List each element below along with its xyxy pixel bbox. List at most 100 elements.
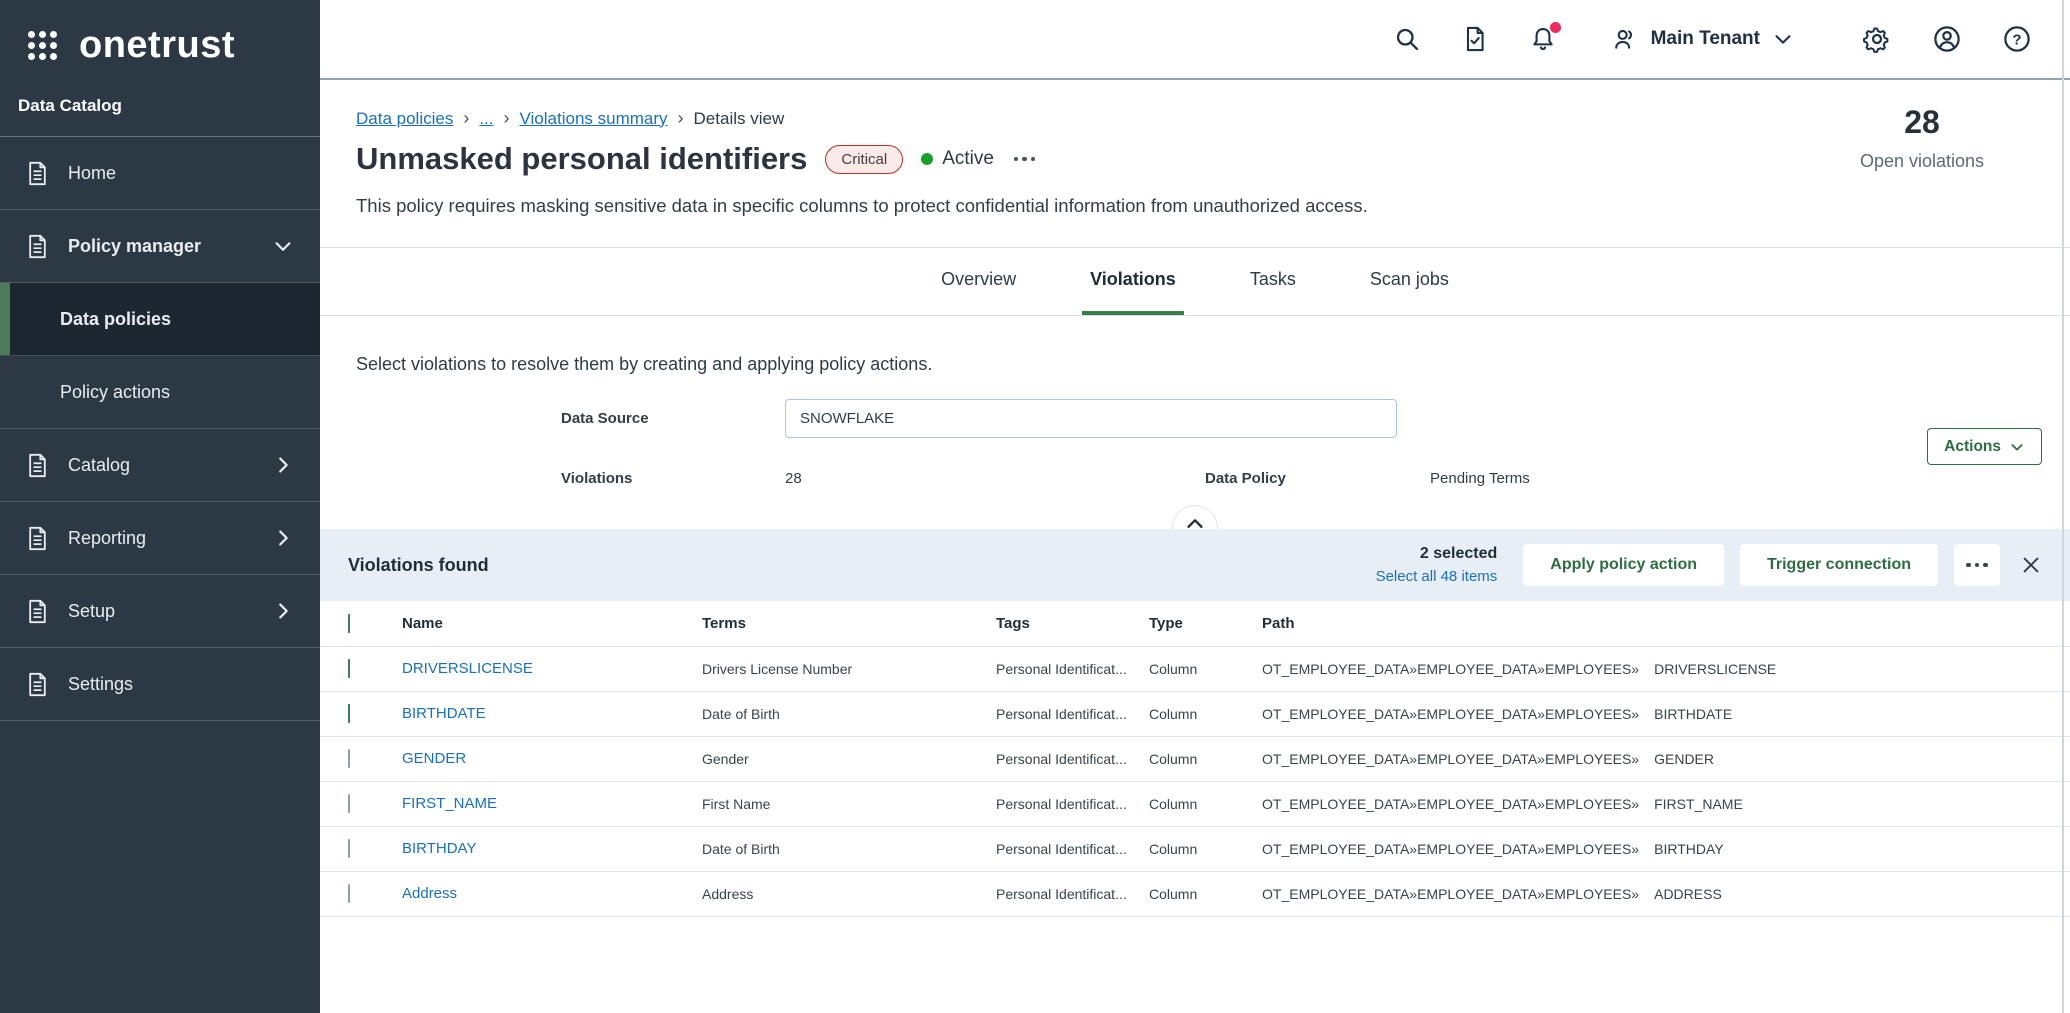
sidebar-item-label: Home [68,163,116,184]
table-row: GENDERGenderPersonal Identificat...Colum… [320,737,2070,782]
table-row: FIRST_NAME First NamePersonal Identificat… [320,782,2070,827]
type-cell: Column [1149,796,1262,812]
violation-name-link[interactable]: BIRTHDAY [402,840,476,857]
tab-violations[interactable]: Violations [1082,248,1184,315]
tags-cell: Personal Identificat... [996,751,1149,767]
tags-cell: Personal Identificat... [996,661,1149,677]
scrollbar-track[interactable] [2062,0,2064,1013]
violations-table: Name Terms Tags Type Path DRIVERSLICENSE… [320,601,2070,917]
sidebar-item-reporting[interactable]: Reporting [0,502,320,575]
sidebar-item-label: Policy actions [60,382,170,403]
row-checkbox[interactable] [348,749,350,768]
actions-button[interactable]: Actions [1927,428,2042,465]
document-icon [24,233,51,260]
onetrust-logo: onetrust [0,0,320,80]
path-cell: OT_EMPLOYEE_DATA»EMPLOYEE_DATA»EMPLOYEES… [1262,886,2070,902]
apply-policy-action-button[interactable]: Apply policy action [1523,544,1724,586]
breadcrumb-item[interactable]: ... [479,109,493,129]
tags-cell: Personal Identificat... [996,841,1149,857]
select-all-link[interactable]: Select all 48 items [1376,568,1498,585]
table-row: BIRTHDATEDate of BirthPersonal Identific… [320,692,2070,737]
document-check-icon[interactable] [1461,25,1489,53]
active-dot-icon [921,153,933,165]
breadcrumb-item[interactable]: Violations summary [520,109,668,129]
close-icon[interactable] [2016,550,2046,580]
violation-name-link[interactable]: DRIVERSLICENSE [402,660,533,677]
violation-name-link[interactable]: Address [402,885,457,902]
violation-name-link[interactable]: FIRST_NAME [402,795,497,812]
violations-found-bar: Violations found 2 selected Select all 4… [320,529,2070,601]
path-prefix: OT_EMPLOYEE_DATA»EMPLOYEE_DATA»EMPLOYEES… [1262,661,1639,677]
path-leaf: FIRST_NAME [1654,796,1743,812]
tab-overview[interactable]: Overview [933,248,1024,315]
violation-name-link[interactable]: BIRTHDATE [402,705,486,722]
top-bar: Main Tenant ? [320,0,2070,80]
data-policy-value: Pending Terms [1430,470,1530,487]
type-cell: Column [1149,886,1262,902]
actions-button-label: Actions [1944,438,2001,456]
violations-panel: Violations found 2 selected Select all 4… [320,529,2070,917]
table-row: BIRTHDAYDate of BirthPersonal Identifica… [320,827,2070,872]
violation-name-link[interactable]: GENDER [402,750,466,767]
row-checkbox[interactable] [348,704,350,723]
document-icon [24,671,51,698]
tenant-switcher[interactable]: Main Tenant [1611,25,1794,53]
svg-text:?: ? [2012,32,2021,49]
row-checkbox[interactable] [348,794,350,813]
search-icon[interactable] [1393,25,1421,53]
path-prefix: OT_EMPLOYEE_DATA»EMPLOYEE_DATA»EMPLOYEES… [1262,886,1639,902]
sidebar-item-catalog[interactable]: Catalog [0,429,320,502]
chevron-right-icon [272,527,294,549]
document-icon [24,160,51,187]
main-area: Main Tenant ? Data policies›...›Violatio… [320,0,2070,1013]
row-checkbox[interactable] [348,839,350,858]
column-header-type: Type [1149,615,1262,632]
sidebar-item-home[interactable]: Home [0,137,320,210]
table-header: Name Terms Tags Type Path [320,601,2070,647]
panel-more-menu-icon[interactable] [1954,544,2000,586]
open-violations-count: 28 [1832,104,2012,141]
trigger-connection-button[interactable]: Trigger connection [1740,544,1938,586]
row-checkbox[interactable] [348,884,350,903]
policy-description: This policy requires masking sensitive d… [356,195,1820,217]
breadcrumb-item: Details view [694,109,785,129]
page-header: Data policies›...›Violations summary›Det… [320,80,2070,217]
open-violations-stat: 28 Open violations [1832,104,2012,172]
document-icon [24,598,51,625]
settings-gear-icon[interactable] [1862,24,1892,54]
sidebar-item-label: Reporting [68,528,146,549]
row-checkbox[interactable] [348,659,350,678]
tab-scan-jobs[interactable]: Scan jobs [1362,248,1457,315]
sidebar-item-setup[interactable]: Setup [0,575,320,648]
path-cell: OT_EMPLOYEE_DATA»EMPLOYEE_DATA»EMPLOYEES… [1262,841,2070,857]
data-source-input[interactable] [785,399,1397,438]
tab-tasks[interactable]: Tasks [1242,248,1304,315]
terms-cell: First Name [702,796,996,812]
sidebar-item-settings[interactable]: Settings [0,648,320,721]
tags-cell: Personal Identificat... [996,796,1149,812]
path-cell: OT_EMPLOYEE_DATA»EMPLOYEE_DATA»EMPLOYEES… [1262,706,2070,722]
sidebar: onetrust Data Catalog Home Policy manager… [0,0,320,1013]
title-more-menu-icon[interactable] [1012,151,1038,168]
chevron-down-icon [1772,28,1794,50]
app-name: Data Catalog [0,80,320,137]
type-cell: Column [1149,751,1262,767]
notifications-bell-icon[interactable] [1529,25,1557,53]
breadcrumb: Data policies›...›Violations summary›Det… [356,108,1820,129]
topbar-right-icons: ? [1862,24,2032,54]
column-header-tags: Tags [996,615,1149,632]
sidebar-item-policy-manager[interactable]: Policy manager [0,210,320,283]
chevron-down-icon [272,235,294,257]
sidebar-item-policy-actions[interactable]: Policy actions [0,356,320,429]
open-violations-label: Open violations [1832,151,2012,172]
chevron-right-icon [272,454,294,476]
chevron-down-icon [2009,439,2025,455]
type-cell: Column [1149,706,1262,722]
terms-cell: Date of Birth [702,706,996,722]
breadcrumb-item[interactable]: Data policies [356,109,453,129]
account-icon[interactable] [1932,24,1962,54]
path-cell: OT_EMPLOYEE_DATA»EMPLOYEE_DATA»EMPLOYEES… [1262,661,2070,677]
help-icon[interactable]: ? [2002,24,2032,54]
sidebar-item-data-policies[interactable]: Data policies [0,283,320,356]
select-all-checkbox[interactable] [348,614,350,633]
